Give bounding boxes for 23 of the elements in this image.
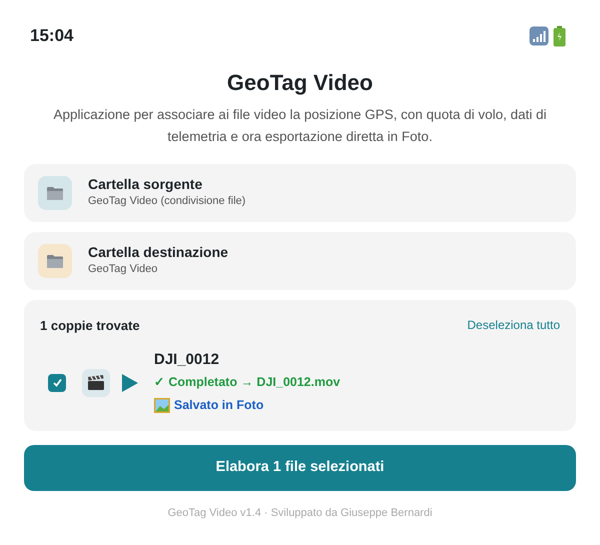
status-text: ✓ Completato → DJI_0012.mov <box>154 374 340 392</box>
clapperboard-icon <box>82 368 110 397</box>
battery-icon <box>553 26 566 46</box>
folder-card[interactable]: Cartella destinazione GeoTag Video <box>24 232 576 290</box>
check-icon <box>52 377 62 388</box>
file-name: DJI_0012 <box>154 351 220 370</box>
checkbox[interactable] <box>48 374 66 392</box>
folder-path: GeoTag Video <box>88 262 159 277</box>
deselect-all-link[interactable]: Deseleziona tutto <box>467 316 560 334</box>
folder-label: Cartella sorgente <box>88 176 204 193</box>
play-icon[interactable] <box>122 374 138 392</box>
saved-in-photos-link[interactable]: Salvato in Foto <box>174 396 264 415</box>
status-time: 15:04 <box>30 25 74 48</box>
folder-label: Cartella destinazione <box>88 244 228 261</box>
app-title: GeoTag Video <box>226 70 374 96</box>
picture-icon <box>154 398 170 413</box>
signal-icon <box>529 26 549 46</box>
pairs-count: 1 coppie trovate <box>40 316 140 335</box>
app-description: Applicazione per associare ai file video la posizione GPS, con quota di volo, dati di telemetria e ora esportazione diretta in Foto. <box>52 106 548 146</box>
process-button[interactable]: Elabora 1 file selezionati <box>24 444 576 491</box>
folder-path: GeoTag Video (condivisione file) <box>88 194 246 209</box>
footer-text: GeoTag Video v1.4 · Sviluppato da Giuseppe Bernardi <box>166 506 434 521</box>
folder-card[interactable]: Cartella sorgente GeoTag Video (condivisione file) <box>24 164 576 222</box>
